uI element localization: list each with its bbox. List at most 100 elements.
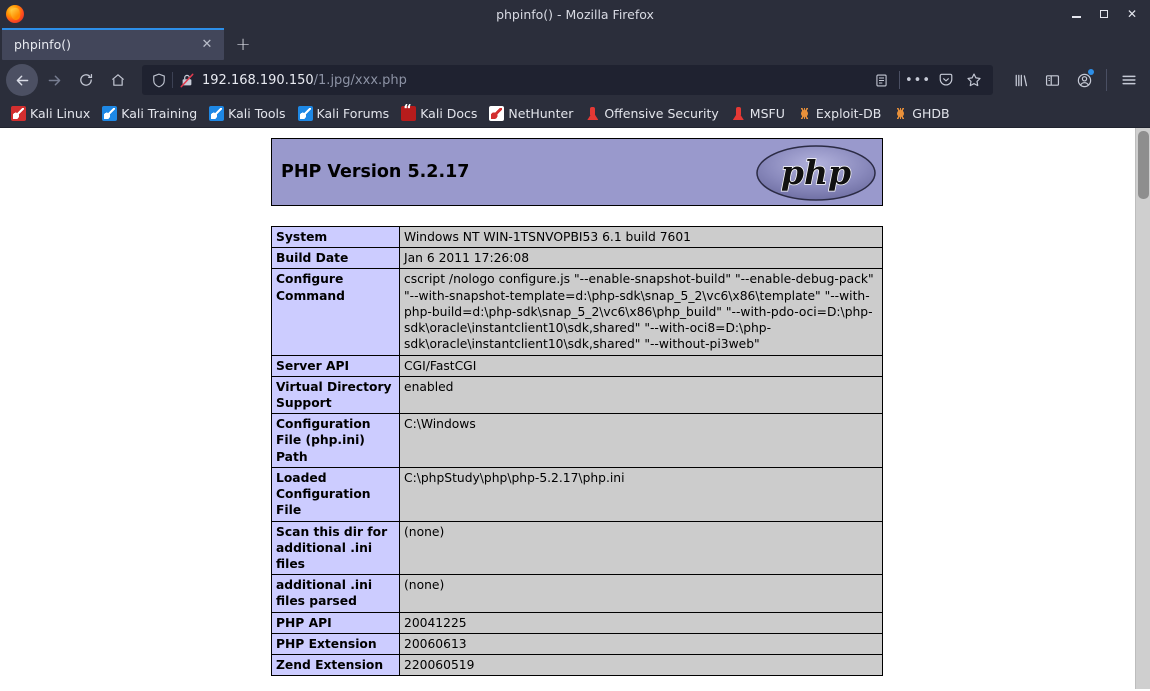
url-bar[interactable]: 192.168.190.150/1.jpg/xxx.php ••• bbox=[142, 65, 993, 95]
offsec-icon bbox=[731, 106, 746, 121]
info-value: (none) bbox=[399, 574, 883, 613]
bookmark-kali-tools[interactable]: Kali Tools bbox=[204, 104, 290, 123]
nethunter-icon bbox=[489, 106, 505, 121]
info-key: Scan this dir for additional .ini files bbox=[271, 520, 400, 576]
scrollbar-thumb[interactable] bbox=[1138, 131, 1149, 199]
bookmark-msfu[interactable]: MSFU bbox=[726, 104, 790, 123]
page-actions-icon[interactable]: ••• bbox=[905, 67, 931, 93]
tab-bar: phpinfo() ✕ + bbox=[0, 28, 1150, 60]
url-host: 192.168.190.150 bbox=[202, 72, 314, 88]
table-row: System Windows NT WIN-1TSNVOPBI53 6.1 bui… bbox=[271, 225, 883, 249]
account-icon[interactable] bbox=[1069, 65, 1099, 95]
table-row: PHP Extension 20060613 bbox=[271, 632, 883, 656]
info-key: Configure Command bbox=[271, 268, 400, 356]
urlbar-icon-divider bbox=[899, 71, 900, 89]
php-version-banner: PHP Version 5.2.17 php bbox=[271, 138, 883, 206]
bookmark-label: Kali Docs bbox=[420, 106, 478, 121]
bookmark-label: Exploit-DB bbox=[815, 106, 882, 121]
table-row: Server API CGI/FastCGI bbox=[271, 354, 883, 377]
url-text[interactable]: 192.168.190.150/1.jpg/xxx.php bbox=[202, 73, 868, 88]
info-value: Jan 6 2011 17:26:08 bbox=[399, 247, 883, 270]
table-row: PHP API 20041225 bbox=[271, 611, 883, 634]
hamburger-menu-icon[interactable] bbox=[1114, 65, 1144, 95]
page-viewport: PHP Version 5.2.17 php System Windows NT … bbox=[0, 128, 1135, 689]
info-key: Loaded Configuration File bbox=[271, 466, 400, 522]
bookmark-kali-linux[interactable]: Kali Linux bbox=[6, 104, 95, 123]
info-value: (none) bbox=[399, 520, 883, 576]
pocket-icon[interactable] bbox=[933, 67, 959, 93]
info-key: Server API bbox=[271, 354, 400, 377]
reload-button[interactable] bbox=[70, 64, 102, 96]
table-row: Scan this dir for additional .ini files(… bbox=[271, 520, 883, 576]
toolbar-right-icons bbox=[1005, 65, 1144, 95]
bookmark-kali-training[interactable]: Kali Training bbox=[97, 104, 202, 123]
info-value: enabled bbox=[399, 375, 883, 415]
bookmark-label: MSFU bbox=[749, 106, 785, 121]
home-button[interactable] bbox=[102, 64, 134, 96]
info-key: Virtual Directory Support bbox=[271, 375, 400, 415]
exploit-db-spider-icon bbox=[796, 106, 812, 121]
bookmark-ghdb[interactable]: GHDB bbox=[888, 104, 954, 123]
info-key: Configuration File (php.ini) Path bbox=[271, 413, 400, 468]
kali-dragon-blue-icon bbox=[297, 106, 313, 121]
sidebar-icon[interactable] bbox=[1037, 65, 1067, 95]
forward-button[interactable] bbox=[38, 64, 70, 96]
url-path: /1.jpg/xxx.php bbox=[313, 72, 407, 88]
navigation-toolbar: 192.168.190.150/1.jpg/xxx.php ••• bbox=[0, 60, 1150, 100]
kali-dragon-blue-icon bbox=[209, 106, 225, 121]
close-window-button[interactable]: ✕ bbox=[1118, 1, 1146, 27]
kali-dragon-red-icon bbox=[11, 106, 26, 121]
library-icon[interactable] bbox=[1005, 65, 1035, 95]
table-row: Configuration File (php.ini) Path C:\Wind… bbox=[271, 413, 883, 468]
window-titlebar: phpinfo() - Mozilla Firefox ✕ bbox=[0, 0, 1150, 28]
window-controls: ✕ bbox=[1062, 1, 1150, 27]
info-key: PHP Extension bbox=[271, 632, 400, 656]
table-row: Configure Command cscript /nologo configu… bbox=[271, 268, 883, 356]
info-value: C:\Windows bbox=[399, 413, 883, 468]
info-key: PHP API bbox=[271, 611, 400, 634]
info-key: Build Date bbox=[271, 247, 400, 270]
page-title: PHP Version 5.2.17 bbox=[281, 162, 470, 182]
info-value: 20060613 bbox=[399, 632, 883, 656]
ghdb-spider-icon bbox=[893, 106, 909, 121]
bookmark-label: Kali Training bbox=[121, 106, 198, 121]
bookmark-label: GHDB bbox=[912, 106, 950, 121]
page-content: PHP Version 5.2.17 php System Windows NT … bbox=[0, 128, 1150, 691]
info-value: CGI/FastCGI bbox=[399, 354, 883, 377]
info-key: System bbox=[271, 225, 400, 249]
urlbar-action-icons: ••• bbox=[868, 67, 991, 93]
maximize-button[interactable] bbox=[1090, 1, 1118, 27]
table-row: Zend Extension 220060519 bbox=[271, 654, 883, 677]
close-tab-icon[interactable]: ✕ bbox=[196, 33, 218, 55]
bookmarks-toolbar: Kali Linux Kali Training Kali Tools Kali Fo… bbox=[0, 100, 1150, 128]
info-key: additional .ini files parsed bbox=[271, 574, 400, 613]
tab-label: phpinfo() bbox=[14, 36, 71, 52]
toolbar-divider bbox=[1106, 69, 1107, 91]
tab-phpinfo[interactable]: phpinfo() ✕ bbox=[2, 28, 224, 60]
bookmark-star-icon[interactable] bbox=[961, 67, 987, 93]
lock-crossed-insecure-icon[interactable] bbox=[178, 73, 196, 88]
new-tab-button[interactable]: + bbox=[228, 29, 258, 59]
firefox-logo-icon bbox=[6, 5, 24, 23]
kali-dragon-blue-icon bbox=[102, 106, 118, 121]
page-scrollbar[interactable] bbox=[1135, 128, 1150, 689]
bookmark-nethunter[interactable]: NetHunter bbox=[484, 104, 578, 123]
phpinfo-table: System Windows NT WIN-1TSNVOPBI53 6.1 bui… bbox=[271, 225, 883, 677]
table-row: Virtual Directory Support enabled bbox=[271, 375, 883, 415]
window-title: phpinfo() - Mozilla Firefox bbox=[496, 6, 654, 22]
info-value: cscript /nologo configure.js "--enable-s… bbox=[399, 268, 883, 356]
account-notification-badge bbox=[1088, 69, 1094, 75]
back-button[interactable] bbox=[6, 64, 38, 96]
bookmark-label: Kali Tools bbox=[228, 106, 286, 121]
minimize-button[interactable] bbox=[1062, 1, 1090, 27]
bookmark-kali-docs[interactable]: Kali Docs bbox=[396, 103, 482, 123]
kali-docs-icon bbox=[401, 103, 417, 121]
bookmark-offensive-security[interactable]: Offensive Security bbox=[580, 104, 723, 123]
tracking-protection-shield-icon[interactable] bbox=[148, 73, 170, 88]
bookmark-label: Kali Linux bbox=[30, 106, 91, 121]
table-row: additional .ini files parsed (none) bbox=[271, 574, 883, 613]
bookmark-exploit-db[interactable]: Exploit-DB bbox=[792, 104, 886, 123]
reader-view-icon[interactable] bbox=[868, 67, 894, 93]
urlbar-divider bbox=[172, 72, 173, 88]
bookmark-kali-forums[interactable]: Kali Forums bbox=[293, 104, 395, 123]
